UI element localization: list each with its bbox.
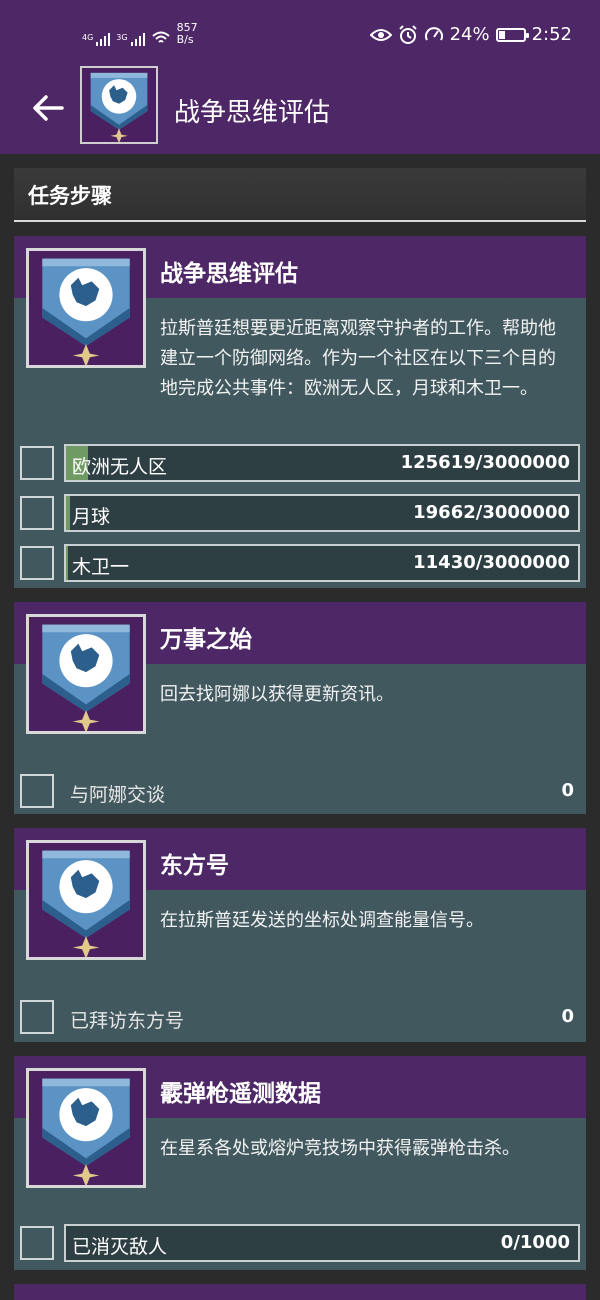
objective-row: 已消灭敌人 0/1000 (20, 1224, 580, 1262)
objective-checkbox[interactable] (20, 1000, 54, 1034)
quest-description: 在拉斯普廷发送的坐标处调查能量信号。 (160, 910, 484, 931)
quest-description: 回去找阿娜以获得更新资讯。 (160, 684, 394, 705)
objective-count: 11430/3000000 (413, 552, 570, 573)
wolf-banner-emblem-icon (26, 248, 146, 368)
eye-icon (369, 28, 392, 41)
quest-description: 在星系各处或熔炉竞技场中获得霰弹枪击杀。 (160, 1138, 520, 1159)
quest-title: 战争思维评估 (160, 261, 298, 287)
quest-card: 东方号 在拉斯普廷发送的坐标处调查能量信号。 已拜访东方号 0 (14, 828, 586, 1042)
status-bar: 4G 3G 857 B/s 24% 2:52 (0, 0, 600, 72)
quest-card-header (14, 1284, 586, 1300)
quest-card-partial (14, 1284, 586, 1300)
objective-checkbox[interactable] (20, 774, 54, 808)
objective-row: 与阿娜交谈 0 (20, 772, 580, 810)
objective-progress-bar: 已消灭敌人 0/1000 (64, 1224, 580, 1262)
section-title: 任务步骤 (28, 184, 112, 208)
objective-progress-bar: 欧洲无人区 125619/3000000 (64, 444, 580, 482)
objective-label: 木卫一 (72, 556, 130, 578)
objective-row: 木卫一 11430/3000000 (20, 544, 580, 582)
system-indicators: 24% 2:52 (369, 24, 572, 45)
wolf-banner-emblem-icon (26, 1068, 146, 1188)
objective-checkbox[interactable] (20, 546, 54, 580)
clock: 2:52 (531, 24, 572, 45)
back-arrow-icon[interactable] (30, 90, 66, 126)
quest-description: 拉斯普廷想要更近距离观察守护者的工作。帮助他建立一个防御网络。作为一个社区在以下… (160, 318, 556, 399)
objective-label: 月球 (72, 506, 111, 528)
objective-count: 0 (561, 1006, 574, 1027)
network-speed: 857 B/s (176, 21, 198, 46)
wolf-banner-emblem-icon (80, 66, 158, 144)
objective-count: 0 (561, 780, 574, 801)
section-header: 任务步骤 (14, 168, 586, 222)
quest-title: 万事之始 (160, 627, 252, 653)
objective-checkbox[interactable] (20, 1226, 54, 1260)
objective-progress-bar: 木卫一 11430/3000000 (64, 544, 580, 582)
progress-fill (66, 546, 69, 580)
wolf-banner-emblem-icon (26, 614, 146, 734)
app-header: 战争思维评估 (0, 66, 600, 154)
objective-checkbox[interactable] (20, 446, 54, 480)
page-title: 战争思维评估 (174, 98, 331, 128)
wolf-banner-emblem-icon (26, 840, 146, 960)
objective-checkbox[interactable] (20, 496, 54, 530)
alarm-icon (398, 24, 417, 44)
quest-card: 万事之始 回去找阿娜以获得更新资讯。 与阿娜交谈 0 (14, 602, 586, 814)
objective-row: 欧洲无人区 125619/3000000 (20, 444, 580, 482)
objective-count: 125619/3000000 (400, 452, 570, 473)
objective-label: 欧洲无人区 (72, 456, 168, 478)
progress-fill (66, 496, 70, 530)
quest-title: 霰弹枪遥测数据 (160, 1081, 321, 1107)
quest-card: 霰弹枪遥测数据 在星系各处或熔炉竞技场中获得霰弹枪击杀。 已消灭敌人 0/100… (14, 1056, 586, 1270)
objective-count: 0/1000 (500, 1232, 570, 1253)
quest-title: 东方号 (160, 853, 229, 879)
quest-card: 战争思维评估 拉斯普廷想要更近距离观察守护者的工作。帮助他建立一个防御网络。作为… (14, 236, 586, 588)
speed-icon (424, 26, 443, 40)
signal-icon: 3G (116, 33, 145, 46)
objective-label: 已拜访东方号 (70, 1010, 185, 1032)
battery-percent: 24% (449, 24, 490, 45)
wifi-icon (151, 31, 170, 43)
battery-icon (495, 27, 529, 42)
objective-label: 已消灭敌人 (72, 1236, 168, 1258)
objective-count: 19662/3000000 (413, 502, 570, 523)
objective-label: 与阿娜交谈 (70, 784, 166, 806)
objective-row: 已拜访东方号 0 (20, 998, 580, 1036)
objective-row: 月球 19662/3000000 (20, 494, 580, 532)
network-indicators: 4G 3G 857 B/s (82, 22, 198, 46)
signal-icon: 4G (82, 33, 111, 46)
objective-progress-bar: 月球 19662/3000000 (64, 494, 580, 532)
